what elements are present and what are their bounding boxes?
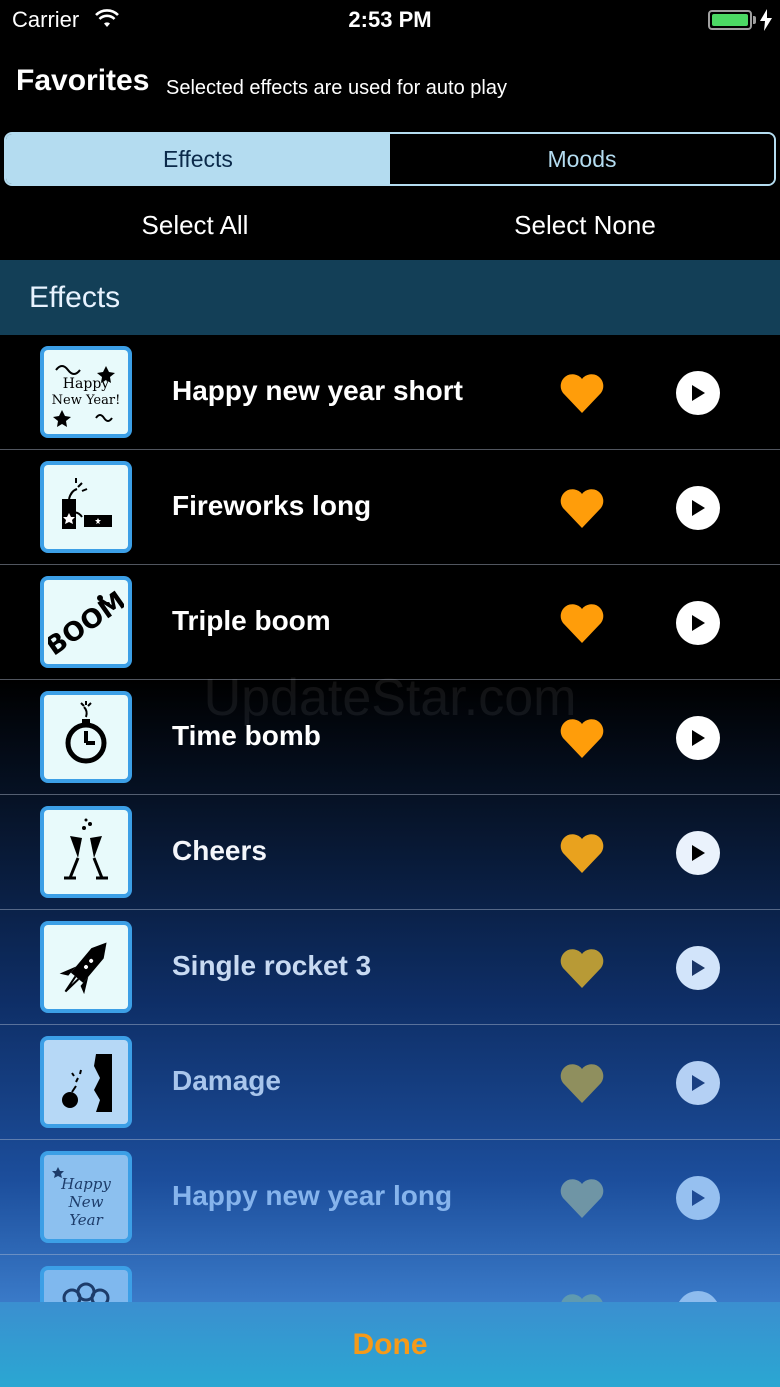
list-item[interactable]: Damage [0, 1025, 780, 1140]
play-icon [692, 1190, 705, 1206]
effect-name: Cheers [172, 835, 267, 866]
effect-name: Happy new year long [172, 1180, 453, 1211]
play-button[interactable] [676, 831, 720, 875]
play-icon [692, 960, 705, 976]
list-item[interactable] [0, 1255, 780, 1302]
effect-thumbnail [40, 1036, 132, 1128]
effect-thumbnail [40, 461, 132, 553]
battery-icon [708, 10, 752, 30]
effect-thumbnail: Happy New Year [40, 1151, 132, 1243]
list-item[interactable]: BOOM Triple boom [0, 565, 780, 680]
effect-name: Happy new year short [172, 375, 463, 406]
play-button[interactable] [676, 946, 720, 990]
effect-name: Triple boom [172, 605, 331, 636]
battery-tip [753, 16, 756, 24]
page-title: Favorites [16, 64, 150, 97]
list-item[interactable]: Fireworks long [0, 450, 780, 565]
play-button[interactable] [676, 486, 720, 530]
page-subtitle: Selected effects are used for auto play [166, 77, 507, 99]
favorite-heart-icon[interactable] [558, 371, 606, 415]
list-item[interactable]: Cheers [0, 795, 780, 910]
watermark: UpdateStar.com [203, 669, 577, 727]
svg-text:Happy: Happy [60, 1175, 111, 1193]
champagne-glasses-icon [64, 818, 108, 880]
bomb-wall-icon [62, 1054, 112, 1112]
favorite-heart-icon[interactable] [558, 601, 606, 645]
play-icon [692, 730, 705, 746]
svg-text:BOOM: BOOM [48, 586, 124, 660]
play-icon [692, 845, 705, 861]
bottom-bar: Done [0, 1302, 780, 1387]
done-button[interactable]: Done [0, 1302, 780, 1387]
play-icon [692, 385, 705, 401]
effect-name: Damage [172, 1065, 281, 1096]
tab-effects[interactable]: Effects [6, 134, 390, 184]
section-header: Effects [0, 260, 780, 335]
boom-icon: BOOM [48, 586, 124, 660]
effect-thumbnail [40, 806, 132, 898]
effect-name: Single rocket 3 [172, 950, 372, 981]
favorite-heart-icon[interactable] [558, 1061, 606, 1105]
firework-burst-icon [62, 1282, 110, 1302]
effects-list[interactable]: Effects Happy New Year! Happy new year s… [0, 260, 780, 1302]
play-icon [692, 1075, 705, 1091]
tab-moods[interactable]: Moods [390, 134, 774, 184]
segmented-control: Effects Moods [4, 132, 776, 186]
play-button[interactable] [676, 1291, 720, 1302]
selection-actions: Select All Select None [0, 190, 780, 260]
svg-text:New Year!: New Year! [52, 393, 121, 408]
happy-new-year-icon: Happy New Year! [52, 365, 121, 427]
effect-thumbnail: BOOM [40, 576, 132, 668]
rocket-icon [59, 942, 107, 995]
header: Favorites Selected effects are used for … [0, 40, 780, 130]
play-button[interactable] [676, 601, 720, 645]
favorite-heart-icon[interactable] [558, 1176, 606, 1220]
favorite-heart-icon[interactable] [558, 486, 606, 530]
play-button[interactable] [676, 371, 720, 415]
list-item[interactable]: Single rocket 3 [0, 910, 780, 1025]
favorite-heart-icon[interactable] [558, 946, 606, 990]
effect-thumbnail [40, 921, 132, 1013]
select-none-button[interactable]: Select None [390, 190, 780, 260]
effect-name: Fireworks long [172, 490, 372, 521]
play-icon [692, 615, 705, 631]
play-icon [692, 500, 705, 516]
play-button[interactable] [676, 1176, 720, 1220]
status-time: 2:53 PM [348, 7, 432, 32]
svg-text:New: New [68, 1193, 104, 1211]
play-button[interactable] [676, 1061, 720, 1105]
list-item[interactable]: Happy New Year Happy new year long [0, 1140, 780, 1255]
select-all-button[interactable]: Select All [0, 190, 390, 260]
status-bar: Carrier 2:53 PM [0, 0, 780, 40]
charging-bolt-icon [760, 9, 772, 36]
svg-text:Year: Year [69, 1211, 103, 1229]
favorite-heart-icon[interactable] [558, 831, 606, 875]
list-item[interactable]: Happy New Year! Happy new year short [0, 335, 780, 450]
happy-new-year-script-icon: Happy New Year [52, 1167, 111, 1229]
favorite-heart-icon[interactable] [558, 1291, 606, 1302]
section-title: Effects [29, 281, 121, 314]
effect-thumbnail [40, 1266, 132, 1302]
effect-thumbnail: Happy New Year! [40, 346, 132, 438]
firecracker-icon [62, 478, 112, 529]
